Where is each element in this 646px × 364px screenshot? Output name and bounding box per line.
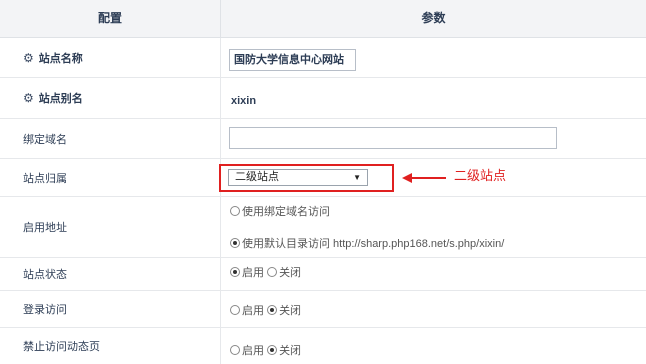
row-disable-dynamic: 禁止访问动态页 (0, 328, 646, 364)
radio-icon[interactable] (267, 305, 278, 315)
radio-icon[interactable] (267, 345, 278, 355)
label-site-name: ⚙ 站点名称 (23, 50, 83, 65)
label-enable-address: 启用地址 (23, 222, 67, 234)
radio-default-dir-access[interactable]: 使用默认目录访问 http://sharp.php168.net/s.php/x… (230, 235, 504, 251)
login-access-options: 启用 关闭 (230, 302, 301, 318)
site-status-options: 启用 关闭 (230, 264, 301, 280)
radio-icon[interactable] (230, 238, 240, 248)
annotation-text: 二级站点 (454, 168, 507, 183)
row-site-alias: ⚙ 站点别名 (0, 78, 646, 119)
disable-dynamic-options: 启用 关闭 (230, 342, 301, 358)
radio-disable-dynamic-off[interactable]: 关闭 (267, 345, 301, 357)
label-disable-dynamic: 禁止访问动态页 (23, 341, 100, 353)
gear-icon: ⚙ (23, 50, 34, 65)
row-site-status: 站点状态 (0, 258, 646, 291)
label-bind-domain: 绑定域名 (23, 133, 67, 146)
label-login-access: 登录访问 (23, 304, 67, 316)
radio-icon[interactable] (230, 305, 240, 315)
radio-site-status-on[interactable]: 启用 (230, 267, 264, 279)
radio-icon[interactable] (230, 206, 240, 216)
radio-login-access-on[interactable]: 启用 (230, 305, 264, 317)
radio-bind-domain-access[interactable]: 使用绑定域名访问 (230, 203, 330, 219)
row-login-access: 登录访问 (0, 291, 646, 328)
site-name-input[interactable]: 国防大学信息中心网站 (229, 49, 356, 71)
bind-domain-input[interactable] (229, 127, 557, 149)
radio-site-status-off[interactable]: 关闭 (267, 267, 301, 279)
label-site-status: 站点状态 (23, 269, 67, 281)
highlight-box (219, 164, 394, 192)
header-params: 参数 (421, 11, 446, 25)
site-alias-value: xixin (231, 95, 257, 107)
arrow-left-icon (402, 173, 446, 183)
gear-icon: ⚙ (23, 91, 34, 105)
radio-icon[interactable] (230, 267, 240, 277)
radio-disable-dynamic-on[interactable]: 启用 (230, 345, 264, 357)
header-config: 配置 (0, 0, 221, 37)
radio-login-access-off[interactable]: 关闭 (267, 305, 301, 317)
label-site-alias: ⚙ 站点别名 (23, 91, 83, 105)
label-site-owner: 站点归属 (23, 172, 67, 185)
table-header: 配置 参数 (0, 0, 646, 38)
radio-icon[interactable] (230, 345, 240, 355)
radio-icon[interactable] (267, 267, 278, 277)
